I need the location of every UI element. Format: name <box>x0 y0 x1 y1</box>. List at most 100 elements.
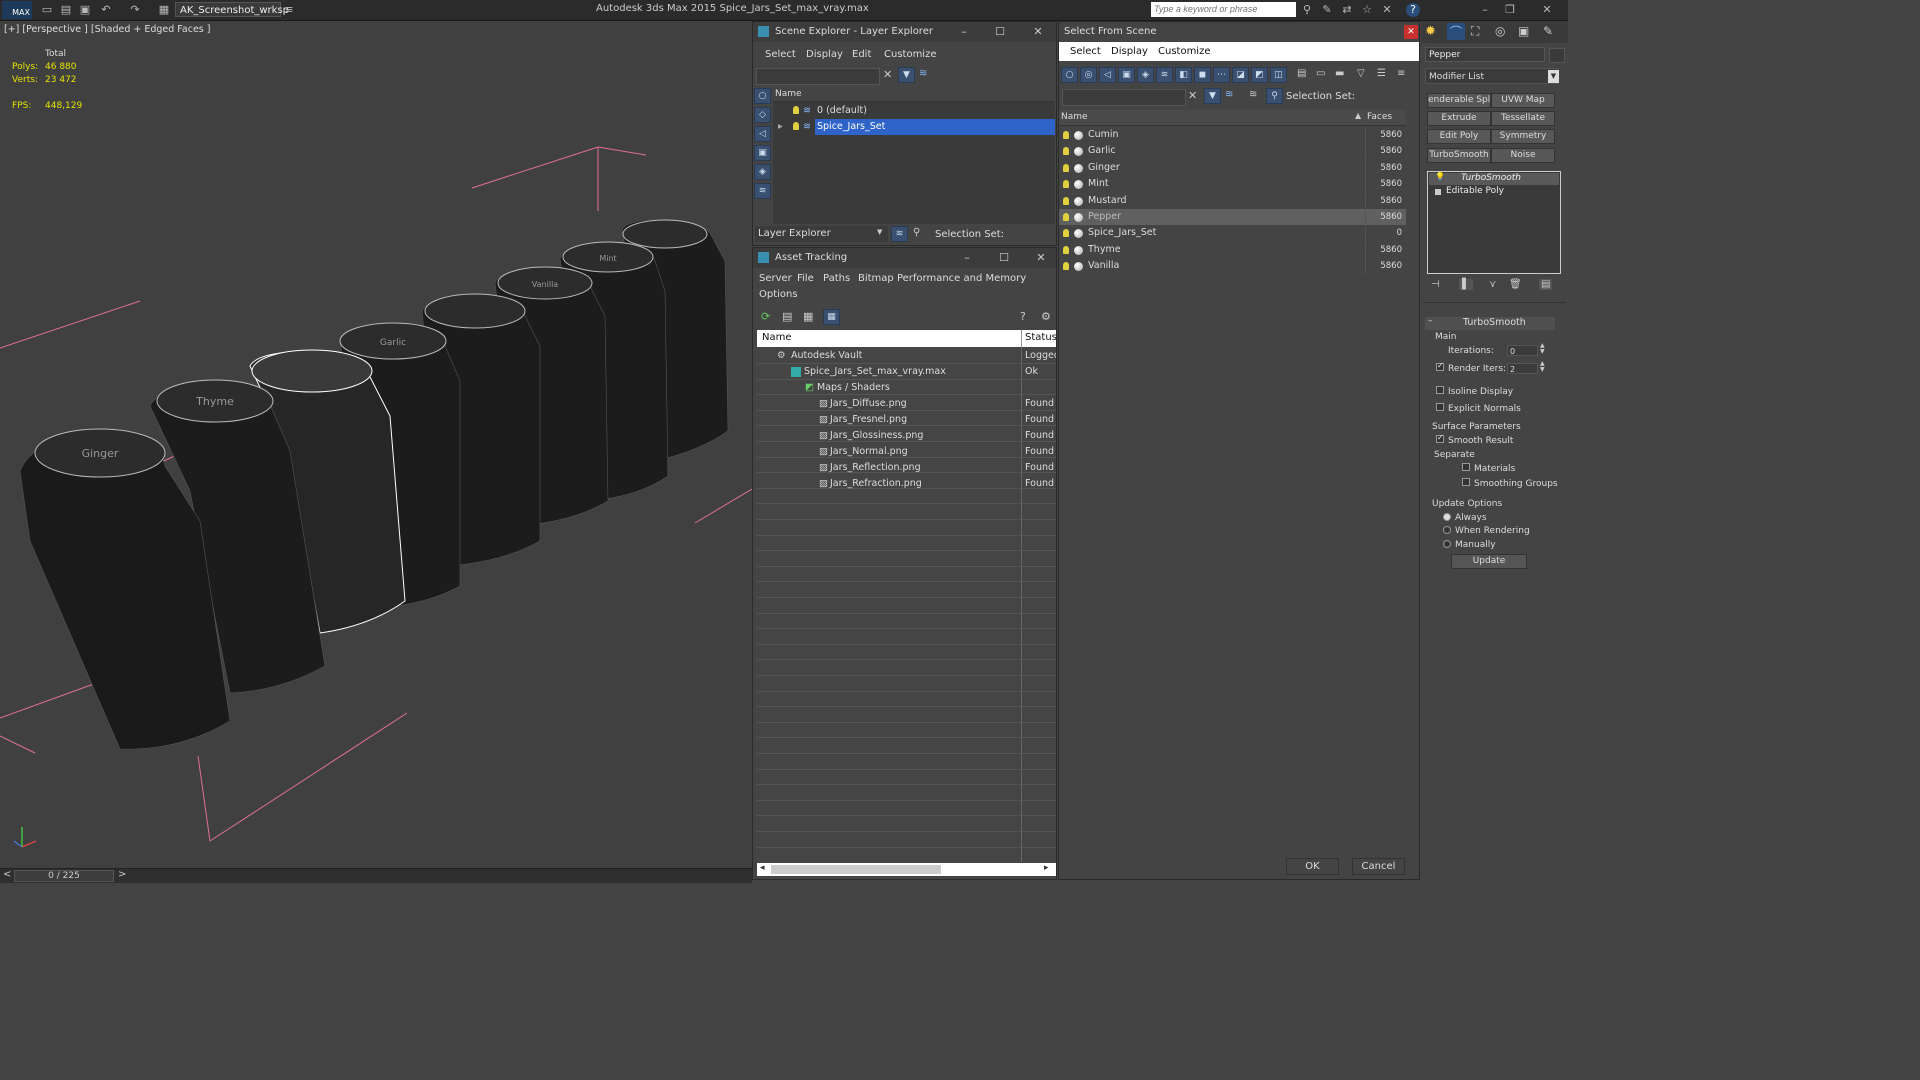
visibility-bulb-icon[interactable] <box>1063 213 1069 221</box>
select-search-input[interactable] <box>1062 89 1186 106</box>
close-icon[interactable]: ✕ <box>1032 248 1050 268</box>
pin-stack-icon[interactable]: ⊣ <box>1431 279 1440 290</box>
layer-visible-icon[interactable] <box>793 122 799 130</box>
stack-item-turbosmooth[interactable]: 💡 TurboSmooth <box>1429 172 1559 185</box>
workspace-dropdown[interactable]: AK_Screenshot_wrksp <box>175 2 289 17</box>
filter-helpers-icon[interactable]: ◈ <box>1137 67 1154 83</box>
object-row[interactable]: Pepper 5860 <box>1059 209 1406 225</box>
symmetry-button[interactable]: Symmetry <box>1491 129 1555 144</box>
asset-col-name[interactable]: Name <box>762 332 792 343</box>
help-icon[interactable]: ? <box>1406 3 1420 17</box>
asset-row-max-file[interactable]: Spice_Jars_Set_max_vray.max Ok <box>757 364 1056 380</box>
workspace-menu-icon[interactable]: ≡ <box>282 3 296 17</box>
filter-hidden-icon[interactable]: ◫ <box>1270 67 1287 83</box>
select-none-icon[interactable]: ▭ <box>1316 68 1325 79</box>
cancel-button[interactable]: Cancel <box>1352 858 1405 875</box>
menu-file[interactable]: File <box>797 270 814 288</box>
show-end-result-icon[interactable]: ▌ <box>1459 279 1473 290</box>
remove-modifier-icon[interactable]: 🗑 <box>1509 279 1522 290</box>
horizontal-scrollbar[interactable]: ◂ ▸ <box>757 863 1056 876</box>
spinner-arrows-icon[interactable]: ▲ ▼ <box>1540 343 1545 355</box>
col-name[interactable]: Name <box>1061 112 1088 122</box>
visibility-bulb-icon[interactable] <box>1063 131 1069 139</box>
make-unique-icon[interactable]: ⋎ <box>1489 279 1496 290</box>
when-rendering-radio[interactable] <box>1443 526 1451 534</box>
display-helpers-icon[interactable]: ◈ <box>754 164 771 180</box>
asset-row-normal[interactable]: ▧ Jars_Normal.png Found <box>757 444 1056 460</box>
layer-row-default[interactable]: ≋ 0 (default) <box>773 103 1055 119</box>
visibility-bulb-icon[interactable] <box>1063 262 1069 271</box>
menu-select[interactable]: Select <box>765 46 796 64</box>
layers-toggle-icon[interactable]: ≋ <box>919 68 927 79</box>
hierarchy-icon[interactable]: ⚲ <box>913 227 920 238</box>
materials-checkbox[interactable] <box>1462 463 1470 471</box>
scroll-left-icon[interactable]: ◂ <box>760 863 765 873</box>
isoline-display-checkbox[interactable] <box>1436 386 1444 394</box>
table-view-icon[interactable]: ▦ <box>823 309 840 325</box>
menu-customize[interactable]: Customize <box>884 46 937 64</box>
save-file-icon[interactable]: ▣ <box>78 3 92 17</box>
menu-select[interactable]: Select <box>1070 42 1101 61</box>
redo-icon[interactable]: ↷ <box>128 3 142 17</box>
perspective-viewport[interactable]: [+] [Perspective ] [Shaded + Edged Faces… <box>0 21 752 868</box>
filter-frozen-icon[interactable]: ◩ <box>1251 67 1268 83</box>
renderable-spline-button[interactable]: enderable Spli <box>1427 93 1491 108</box>
select-all-icon[interactable]: ▤ <box>1297 68 1306 79</box>
menu-edit[interactable]: Edit <box>852 46 871 64</box>
timeline-slider[interactable]: 0 / 225 <box>14 870 114 882</box>
modifier-list-dropdown[interactable]: Modifier List <box>1425 68 1559 84</box>
scene-explorer-titlebar[interactable]: Scene Explorer - Layer Explorer – ☐ ✕ <box>753 22 1056 42</box>
object-name-field[interactable]: Pepper <box>1425 47 1545 62</box>
close-icon[interactable]: ✕ <box>1540 3 1554 17</box>
favorites-icon[interactable]: ☆ <box>1360 3 1374 17</box>
always-radio[interactable] <box>1443 513 1451 521</box>
filter-options-icon[interactable]: ☰ <box>1377 68 1386 79</box>
filter-icon[interactable]: ▼ <box>898 67 915 83</box>
filter-spacewarps-icon[interactable]: ≋ <box>1156 67 1173 83</box>
filter-containers-icon[interactable]: ◪ <box>1232 67 1249 83</box>
display-spacewarps-icon[interactable]: ≋ <box>754 183 771 199</box>
maximize-icon[interactable]: ☐ <box>995 248 1013 268</box>
noise-button[interactable]: Noise <box>1491 148 1555 163</box>
explicit-normals-checkbox[interactable] <box>1436 403 1444 411</box>
filter-cameras-icon[interactable]: ▣ <box>1118 67 1135 83</box>
tools-icon[interactable]: ✎ <box>1320 3 1334 17</box>
close-icon[interactable]: ✕ <box>1404 25 1418 39</box>
display-tab-icon[interactable]: ▣ <box>1518 24 1529 38</box>
uvw-map-button[interactable]: UVW Map <box>1491 93 1555 108</box>
thumbnail-view-icon[interactable]: ▦ <box>803 310 813 323</box>
asset-row-refraction[interactable]: ▧ Jars_Refraction.png Found <box>757 476 1056 492</box>
visibility-bulb-icon[interactable] <box>1063 147 1069 156</box>
visibility-bulb-icon[interactable] <box>1063 180 1069 189</box>
menu-customize[interactable]: Customize <box>1158 42 1211 61</box>
close-icon[interactable]: ✕ <box>1029 22 1047 42</box>
filter-shapes-icon[interactable]: ◎ <box>1080 67 1097 83</box>
open-file-icon[interactable]: ▤ <box>59 3 73 17</box>
asset-tracking-titlebar[interactable]: Asset Tracking – ☐ ✕ <box>753 248 1056 268</box>
scroll-thumb[interactable] <box>771 865 941 874</box>
display-cameras-icon[interactable]: ▣ <box>754 145 771 161</box>
configure-sets-icon[interactable]: ▤ <box>1539 279 1553 290</box>
object-row[interactable]: Cumin 5860 <box>1059 127 1406 143</box>
visibility-bulb-icon[interactable] <box>1063 229 1069 238</box>
help-icon[interactable]: ? <box>1020 310 1026 323</box>
clear-search-icon[interactable]: ✕ <box>883 68 892 81</box>
asset-row-reflection[interactable]: ▧ Jars_Reflection.png Found <box>757 460 1056 476</box>
timeline-next-button[interactable]: > <box>118 869 126 880</box>
menu-options[interactable]: Options <box>759 286 798 304</box>
dropdown-arrow-icon[interactable]: ▼ <box>877 228 882 236</box>
stack-item-editable-poly[interactable]: Editable Poly <box>1429 186 1559 198</box>
list-view-icon[interactable]: ▤ <box>782 310 792 323</box>
expand-arrow-icon[interactable]: ▸ <box>778 119 783 135</box>
scene-explorer-search[interactable] <box>756 68 880 85</box>
hierarchy-icon[interactable]: ⚲ <box>1266 88 1283 104</box>
layer-explorer-dropdown[interactable]: Layer Explorer <box>755 226 888 242</box>
layer-visible-icon[interactable] <box>793 106 799 114</box>
modifier-on-icon[interactable]: 💡 <box>1435 172 1445 181</box>
motion-tab-icon[interactable]: ◎ <box>1495 24 1505 38</box>
app-logo[interactable]: MAX <box>2 1 32 19</box>
extrude-button[interactable]: Extrude <box>1427 111 1491 126</box>
filter-bones-icon[interactable]: ⋯ <box>1213 67 1230 83</box>
menu-paths[interactable]: Paths <box>823 270 850 288</box>
menu-display[interactable]: Display <box>1111 42 1148 61</box>
